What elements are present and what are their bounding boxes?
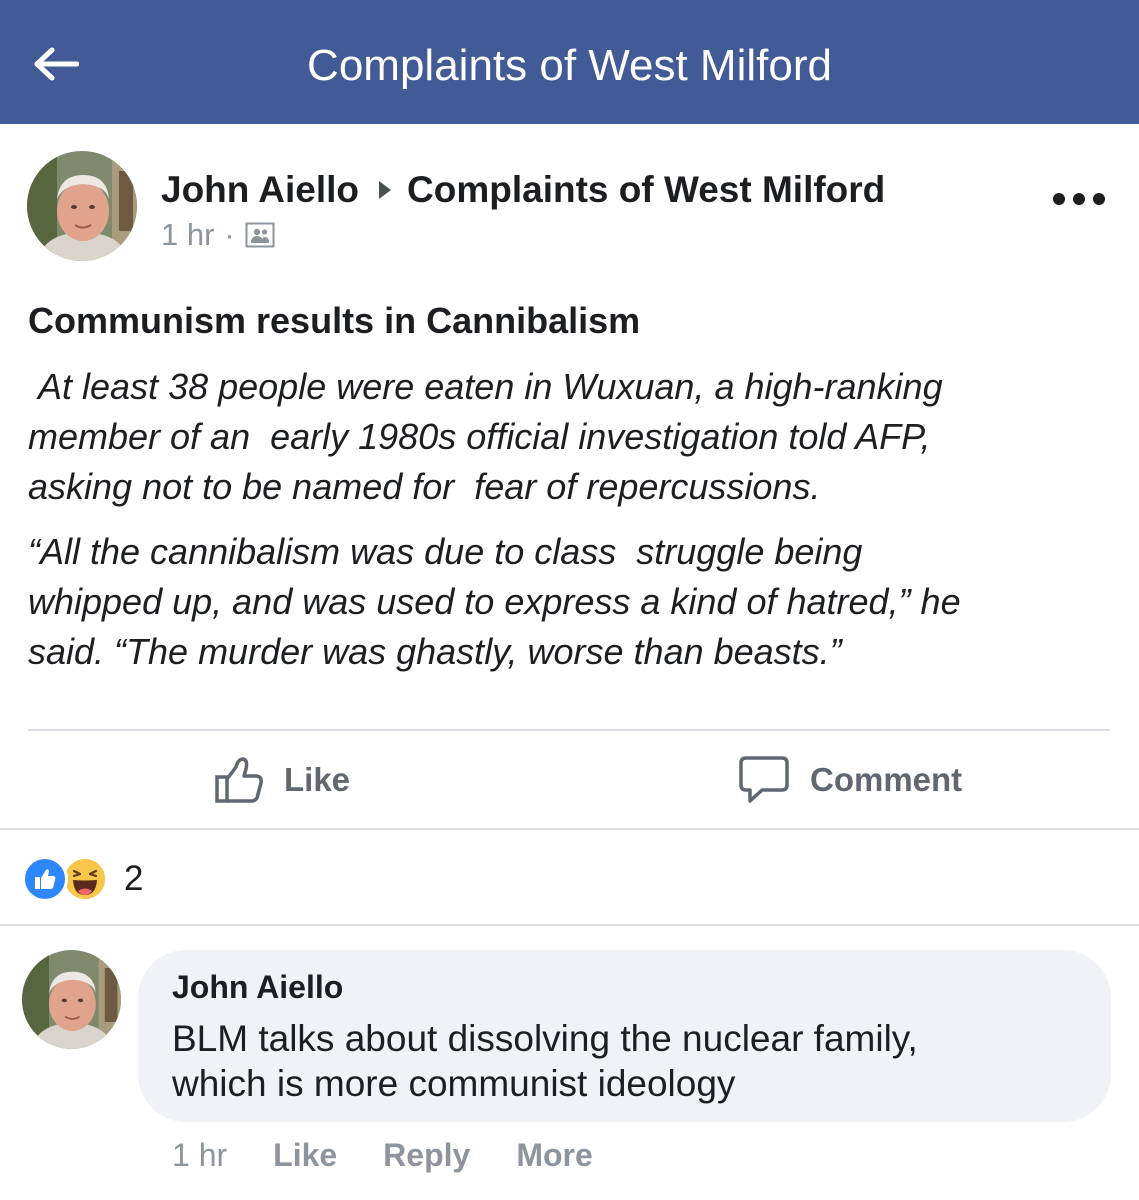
reactions-summary[interactable]: 2 xyxy=(22,855,143,903)
comment-like-button[interactable]: Like xyxy=(273,1137,337,1174)
group-members-icon xyxy=(245,222,275,248)
comment-author-name[interactable]: John Aiello xyxy=(172,966,343,1008)
post-quote-paragraph: At least 38 people were eaten in Wuxuan,… xyxy=(28,366,943,507)
comment-timestamp[interactable]: 1 hr xyxy=(172,1137,227,1174)
page-title: Complaints of West Milford xyxy=(307,41,832,90)
comment-text: BLM talks about dissolving the nuclear f… xyxy=(172,1018,918,1104)
post-header: John Aiello Complaints of West Milford xyxy=(161,166,885,214)
avatar-photo xyxy=(27,151,137,261)
top-nav-bar: Complaints of West Milford xyxy=(0,0,1139,124)
post-group-name[interactable]: Complaints of West Milford xyxy=(407,169,885,211)
author-avatar[interactable] xyxy=(27,151,137,261)
post-title: Communism results in Cannibalism xyxy=(28,300,641,341)
meta-separator: · xyxy=(224,217,235,252)
like-reaction-icon xyxy=(22,856,68,902)
more-horizontal-icon[interactable] xyxy=(1050,182,1108,216)
comment-actions: 1 hr Like Reply More xyxy=(172,1133,639,1177)
haha-reaction-icon xyxy=(62,856,108,902)
dot xyxy=(1053,193,1065,205)
commenter-avatar[interactable] xyxy=(22,950,121,1049)
comment-label: Comment xyxy=(810,761,963,798)
divider xyxy=(28,729,1110,731)
like-label: Like xyxy=(284,761,351,798)
dot xyxy=(1073,193,1085,205)
speech-bubble-icon xyxy=(739,756,789,803)
post-quote-paragraph: “All the cannibalism was due to class st… xyxy=(28,531,961,672)
comment-button[interactable]: Comment xyxy=(738,750,962,810)
dot xyxy=(1093,193,1105,205)
post-author-name[interactable]: John Aiello xyxy=(161,169,359,211)
avatar-photo xyxy=(22,950,121,1049)
post-timestamp[interactable]: 1 hr xyxy=(161,217,214,253)
divider xyxy=(0,924,1139,926)
triangle-right-icon xyxy=(379,181,392,199)
divider xyxy=(0,828,1139,830)
comment-more-button[interactable]: More xyxy=(516,1137,592,1174)
post-meta: 1 hr · xyxy=(161,214,275,256)
thumbs-up-outline-icon xyxy=(215,757,263,803)
reaction-count: 2 xyxy=(124,859,144,898)
like-button[interactable]: Like xyxy=(214,750,350,810)
comment-reply-button[interactable]: Reply xyxy=(383,1137,470,1174)
